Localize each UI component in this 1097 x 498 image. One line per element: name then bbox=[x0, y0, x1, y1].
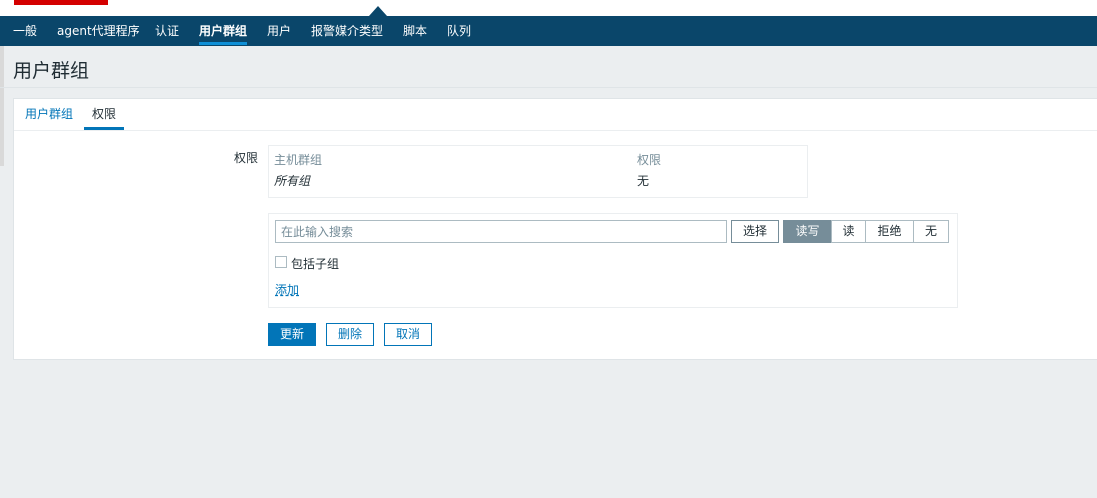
tab-user-group[interactable]: 用户群组 bbox=[25, 99, 73, 129]
nav-item-scripts[interactable]: 脚本 bbox=[403, 16, 427, 46]
column-header-host-group: 主机群组 bbox=[274, 153, 323, 167]
select-button[interactable]: 选择 bbox=[731, 220, 779, 243]
host-group-search-input[interactable] bbox=[275, 220, 727, 243]
table-cell-host-group: 所有组 bbox=[274, 174, 311, 188]
include-subgroups-label[interactable]: 包括子组 bbox=[291, 255, 339, 272]
permission-assign-box: 选择 读写 读 拒绝 无 包括子组 添加 bbox=[268, 213, 958, 308]
cancel-button[interactable]: 取消 bbox=[384, 323, 432, 346]
nav-item-users[interactable]: 用户 bbox=[267, 16, 291, 46]
nav-item-user-groups[interactable]: 用户群组 bbox=[199, 16, 248, 46]
tab-permissions[interactable]: 权限 bbox=[83, 99, 125, 130]
permissions-table: 主机群组 权限 所有组 无 bbox=[268, 145, 808, 198]
form-panel: 用户群组 权限 权限 主机群组 权限 所有组 无 选择 读写 读 拒绝 无 包括… bbox=[13, 98, 1097, 360]
delete-button[interactable]: 删除 bbox=[326, 323, 374, 346]
permission-read-write-button[interactable]: 读写 bbox=[783, 220, 832, 243]
nav-item-authentication[interactable]: 认证 bbox=[155, 16, 179, 46]
permission-deny-button[interactable]: 拒绝 bbox=[865, 220, 914, 243]
tab-bar: 用户群组 权限 bbox=[14, 99, 1097, 131]
nav-item-proxies[interactable]: agent代理程序 bbox=[57, 16, 140, 46]
nav-item-general[interactable]: 一般 bbox=[13, 16, 37, 46]
update-button[interactable]: 更新 bbox=[268, 323, 316, 346]
permissions-label: 权限 bbox=[234, 151, 259, 165]
nav-item-queue[interactable]: 队列 bbox=[447, 16, 471, 46]
zabbix-logo[interactable] bbox=[14, 0, 108, 5]
admin-submenu: 一般 agent代理程序 认证 用户群组 用户 报警媒介类型 脚本 队列 bbox=[0, 16, 1097, 46]
add-link[interactable]: 添加 bbox=[275, 281, 299, 298]
column-header-permission: 权限 bbox=[637, 153, 662, 167]
table-cell-permission: 无 bbox=[637, 174, 650, 188]
header-strip bbox=[0, 0, 1097, 16]
include-subgroups-checkbox[interactable] bbox=[275, 256, 287, 268]
sidebar-edge bbox=[0, 46, 4, 166]
permission-read-button[interactable]: 读 bbox=[831, 220, 866, 243]
menu-indicator-icon bbox=[369, 6, 387, 16]
permission-none-button[interactable]: 无 bbox=[913, 220, 949, 243]
page-title: 用户群组 bbox=[13, 60, 90, 82]
nav-item-media-types[interactable]: 报警媒介类型 bbox=[311, 16, 383, 46]
title-divider bbox=[0, 87, 1097, 88]
